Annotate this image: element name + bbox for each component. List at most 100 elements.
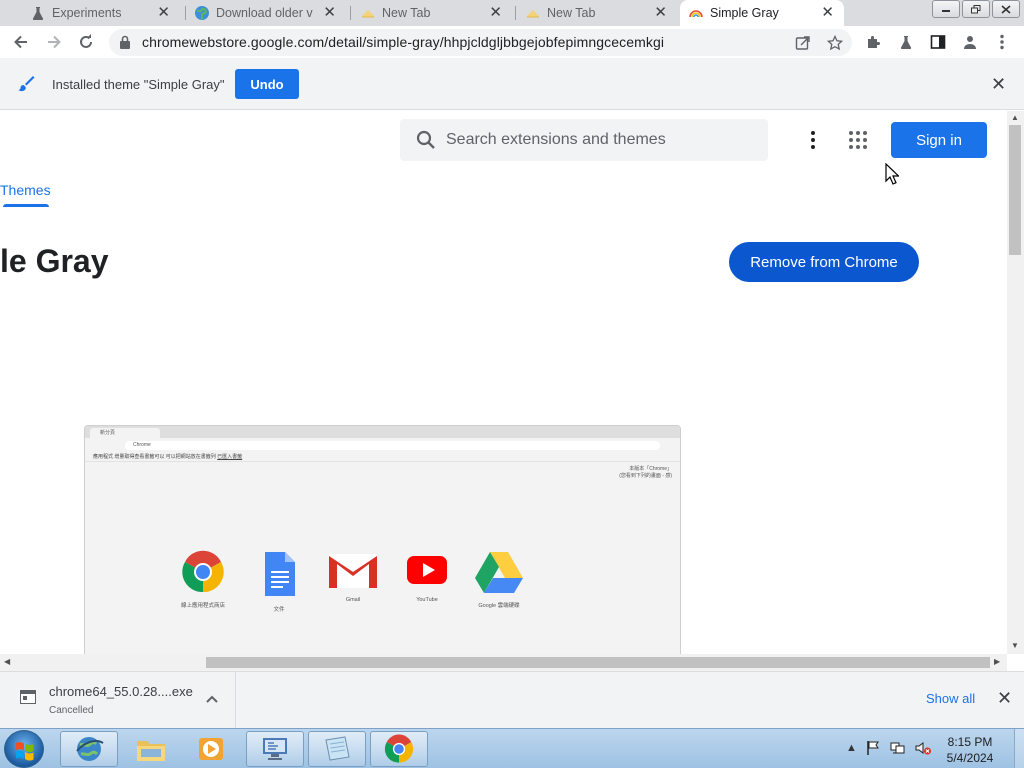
download-status: Cancelled [49,705,94,716]
action-center-flag-icon[interactable] [866,740,880,756]
taskbar-ie-button[interactable] [60,731,118,767]
preview-shortcut: 線上應用程式商店 [173,550,233,609]
close-tab-icon[interactable]: ✕ [323,4,336,22]
close-window-button[interactable] [992,0,1020,18]
close-tab-icon[interactable]: ✕ [489,4,502,22]
side-panel-button[interactable] [926,30,950,54]
taskbar-notepad-button[interactable] [308,731,366,767]
minimize-button[interactable] [932,0,960,18]
browser-toolbar: chromewebstore.google.com/detail/simple-… [0,26,1024,58]
google-apps-button[interactable] [848,130,868,150]
restore-button[interactable] [962,0,990,18]
web-page-content: Sign in Themes le Gray Remove from Chrom… [0,111,1007,654]
reload-button[interactable] [74,30,98,54]
scroll-left-icon[interactable]: ◀ [4,657,10,666]
tab-title: Experiments [52,6,122,20]
forward-button[interactable] [42,30,66,54]
download-shelf-close-icon[interactable]: ✕ [997,689,1012,707]
tab-download-older[interactable]: Download older v ✕ [186,0,346,26]
tab-title: Simple Gray [710,6,779,20]
tab-new-tab-2[interactable]: New Tab ✕ [517,0,677,26]
scroll-up-icon[interactable]: ▲ [1011,113,1019,122]
forward-arrow-icon [48,35,61,49]
chrome-icon [384,734,414,763]
scroll-down-icon[interactable]: ▼ [1011,641,1019,650]
back-arrow-icon [14,35,27,49]
preview-shortcut-label: 線上應用程式商店 [180,603,225,609]
close-tab-icon[interactable]: ✕ [654,4,667,22]
close-tab-icon[interactable]: ✕ [821,4,834,22]
store-menu-button[interactable] [803,128,823,152]
taskbar-explorer-button[interactable] [122,731,180,767]
preview-shortcut-label: Google 雲端硬碟 [478,603,520,609]
chrome-menu-button[interactable] [990,30,1014,54]
preview-omnibox: Chrome [125,441,660,450]
back-button[interactable] [9,30,33,54]
tab-new-tab-1[interactable]: New Tab ✕ [352,0,512,26]
star-icon [827,35,843,51]
address-bar[interactable]: chromewebstore.google.com/detail/simple-… [109,29,852,56]
preview-toolbar: Chrome [85,438,680,452]
profile-button[interactable] [958,30,982,54]
extensions-button[interactable] [862,30,886,54]
show-desktop-button[interactable] [1014,729,1024,768]
apps-grid-icon [849,131,867,149]
side-panel-icon [930,35,946,49]
puzzle-icon [868,36,880,48]
system-tray: ▲ 8:15 PM 5/4/2024 [846,729,1024,768]
preview-tab: 新分頁 [90,428,160,438]
youtube-icon [407,556,447,584]
horizontal-scroll-thumb[interactable] [206,657,990,668]
taskbar-chrome-button[interactable] [370,731,428,767]
theme-installed-infobar: Installed theme "Simple Gray" Undo ✕ [0,58,1024,110]
download-item[interactable]: chrome64_55.0.28....exe Cancelled [0,672,236,728]
windows-logo-icon [16,742,34,761]
flask-icon [900,36,912,49]
volume-muted-icon[interactable] [914,740,932,756]
tab-separator [350,6,351,20]
preview-shortcut: Google 雲端硬碟 [469,550,529,609]
mouse-cursor-icon [885,163,899,185]
close-tab-icon[interactable]: ✕ [157,4,170,22]
system-clock[interactable]: 8:15 PM 5/4/2024 [942,734,998,766]
network-icon[interactable] [890,740,906,756]
infobar-close-icon[interactable]: ✕ [991,75,1006,93]
kebab-menu-icon [811,131,815,149]
search-input[interactable] [446,128,746,152]
preview-shortcut: YouTube [397,550,457,603]
share-icon [795,36,810,50]
tab-simple-gray[interactable]: Simple Gray ✕ [680,0,844,26]
taskbar-remote-desktop-button[interactable] [246,731,304,767]
minimize-icon [942,10,950,12]
experiments-button[interactable] [894,30,918,54]
exe-file-icon [20,690,36,704]
chevron-up-icon[interactable] [205,692,219,706]
preview-corner-text: 本版本「Chrome」 (您看到下列的畫面 - 感) [619,466,672,480]
scroll-right-icon[interactable]: ▶ [994,657,1000,666]
store-search-box[interactable] [400,119,768,161]
download-filename: chrome64_55.0.28....exe [49,684,193,699]
share-button[interactable] [793,33,813,53]
remove-from-chrome-button[interactable]: Remove from Chrome [729,242,919,282]
media-player-icon [199,738,223,760]
active-tab-indicator [3,204,49,207]
lock-icon [120,35,130,49]
tab-themes[interactable]: Themes [0,182,51,198]
preview-corner-line-2: (您看到下列的畫面 - 感) [619,473,672,479]
theme-preview-image[interactable]: 新分頁 Chrome 應用程式 增量取得查看書籤可以 可以把網站放在書籤列 已匯… [84,425,681,654]
horizontal-scrollbar[interactable]: ◀ ▶ [0,654,1007,671]
taskbar-media-player-button[interactable] [183,731,241,767]
clock-time: 8:15 PM [947,735,993,749]
show-all-downloads-link[interactable]: Show all [926,691,975,706]
vertical-scroll-thumb[interactable] [1009,125,1021,255]
show-hidden-icons-icon[interactable]: ▲ [846,742,857,754]
clock-date: 5/4/2024 [946,751,994,765]
undo-button[interactable]: Undo [235,69,299,99]
start-button[interactable] [4,730,44,768]
tab-experiments[interactable]: Experiments ✕ [22,0,180,26]
bookmark-star-button[interactable] [825,33,845,53]
sign-in-button[interactable]: Sign in [891,122,987,158]
page-title: le Gray [0,243,109,279]
vertical-scrollbar[interactable]: ▲ ▼ [1007,111,1024,654]
new-tab-icon [527,10,539,18]
